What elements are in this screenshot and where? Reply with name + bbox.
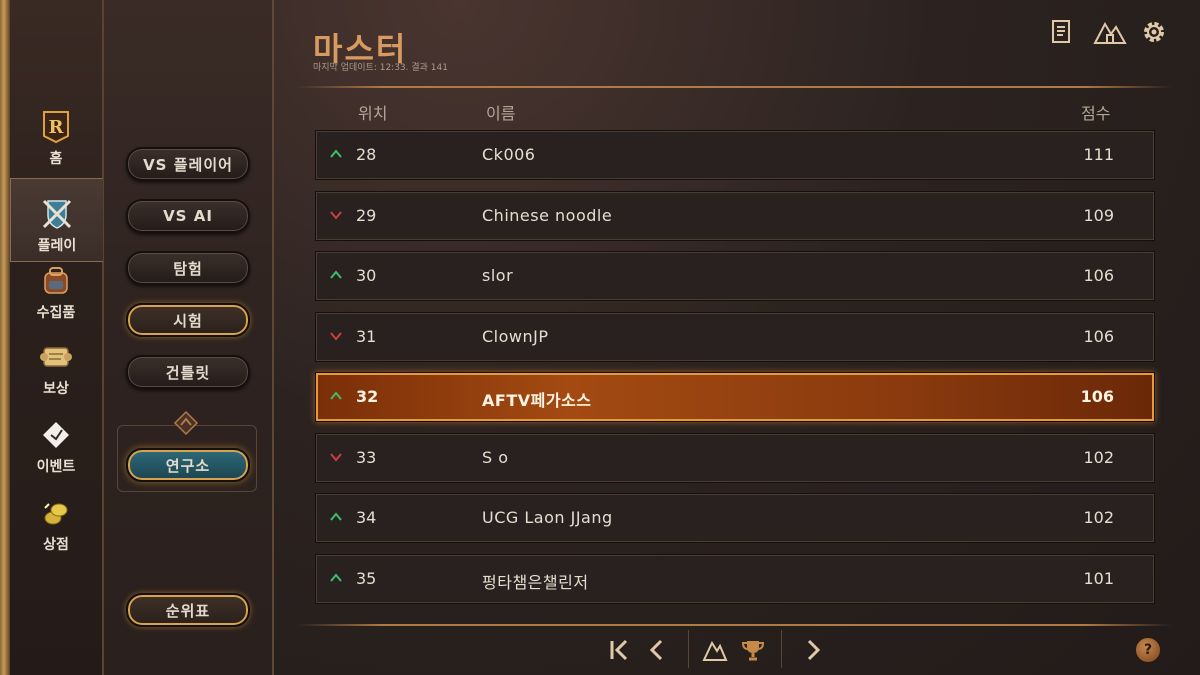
row-score: 106 [1083, 266, 1114, 285]
coins-icon [39, 496, 73, 530]
trend-down-icon [330, 332, 342, 341]
my-rank-button[interactable] [700, 634, 730, 666]
table-row[interactable]: 29 Chinese noodle 109 [315, 191, 1155, 241]
scroll-icon [39, 340, 73, 374]
scroll-list-icon[interactable] [1048, 18, 1076, 46]
row-rank: 29 [356, 206, 377, 225]
table-row-current-player[interactable]: 32 AFTV페가소스 106 [315, 372, 1155, 422]
row-rank: 31 [356, 327, 377, 346]
trend-up-icon [330, 512, 342, 521]
nav-item-store[interactable]: 상점 [12, 486, 100, 560]
table-row[interactable]: 33 S o 102 [315, 433, 1155, 483]
vs-ai-button[interactable]: VS AI [126, 199, 250, 233]
trophy-icon [741, 641, 765, 661]
pager-divider [781, 630, 782, 668]
header-divider [297, 86, 1172, 88]
next-page-button[interactable] [800, 634, 828, 666]
trend-down-icon [330, 211, 342, 220]
footer-divider [297, 624, 1172, 626]
lab-button[interactable]: 연구소 [126, 448, 250, 482]
rail-gold-trim [0, 0, 10, 675]
ladder-button[interactable]: 순위표 [126, 593, 250, 627]
diamond-event-icon [39, 418, 73, 452]
row-rank: 32 [356, 387, 379, 406]
row-rank: 34 [356, 508, 377, 527]
table-row[interactable]: 31 ClownJP 106 [315, 312, 1155, 362]
first-page-icon [610, 639, 628, 661]
row-score: 106 [1083, 327, 1114, 346]
nav-label-collection: 수집품 [36, 305, 76, 321]
nav-label-home: 홈 [49, 151, 63, 167]
row-rank: 33 [356, 448, 377, 467]
nav-item-events[interactable]: 이벤트 [12, 408, 100, 482]
nav-item-play[interactable]: 플레이 [10, 178, 103, 262]
logo-r-icon: R [39, 110, 73, 144]
expedition-button[interactable]: 탐험 [126, 251, 250, 285]
lab-emblem-icon [173, 410, 199, 436]
table-row[interactable]: 28 Ck006 111 [315, 130, 1155, 180]
nav-label-store: 상점 [43, 537, 69, 553]
row-score: 111 [1083, 145, 1114, 164]
nav-item-home[interactable]: R 홈 [12, 100, 100, 174]
trend-down-icon [330, 453, 342, 462]
row-rank: 35 [356, 569, 377, 588]
nav-item-collection[interactable]: 수집품 [12, 254, 100, 328]
row-name: slor [482, 266, 514, 285]
mountains-icon[interactable] [1093, 18, 1127, 46]
row-rank: 30 [356, 266, 377, 285]
nav-label-play: 플레이 [37, 238, 77, 254]
chevron-right-icon [807, 639, 821, 661]
row-name: 펑타챔은챌린저 [482, 573, 589, 592]
first-page-button[interactable] [604, 634, 634, 666]
mode-panel [104, 0, 272, 675]
column-header-name: 이름 [486, 104, 516, 123]
row-score: 101 [1083, 569, 1114, 588]
help-button[interactable]: ? [1135, 637, 1161, 663]
row-name: Chinese noodle [482, 206, 613, 225]
row-score: 102 [1083, 508, 1114, 527]
row-score: 109 [1083, 206, 1114, 225]
prev-page-button[interactable] [642, 634, 670, 666]
last-updated-text: 마지막 업데이트: 12:33. 결과 141 [313, 63, 448, 73]
row-name: AFTV페가소스 [482, 391, 592, 410]
gauntlet-button[interactable]: 건틀릿 [126, 355, 250, 389]
table-row[interactable]: 34 UCG Laon JJang 102 [315, 493, 1155, 543]
top-rank-button[interactable] [738, 634, 768, 666]
mountain-rank-icon [702, 640, 728, 661]
column-header-rank: 위치 [358, 104, 388, 123]
row-name: Ck006 [482, 145, 536, 164]
trend-up-icon [330, 391, 342, 400]
table-row[interactable]: 30 slor 106 [315, 251, 1155, 301]
svg-text:R: R [49, 117, 65, 138]
trial-button[interactable]: 시험 [126, 303, 250, 337]
nav-item-rewards[interactable]: 보상 [12, 330, 100, 404]
row-name: UCG Laon JJang [482, 508, 613, 527]
crossed-swords-shield-icon [40, 197, 74, 231]
backpack-icon [39, 264, 73, 298]
trend-up-icon [330, 270, 342, 279]
pager-divider [688, 630, 689, 668]
row-score: 106 [1080, 387, 1114, 406]
nav-label-rewards: 보상 [43, 381, 69, 397]
trend-up-icon [330, 573, 342, 582]
nav-label-events: 이벤트 [36, 459, 76, 475]
column-header-score: 점수 [1081, 104, 1111, 123]
row-name: ClownJP [482, 327, 549, 346]
chevron-left-icon [649, 639, 663, 661]
vs-player-button[interactable]: VS 플레이어 [126, 147, 250, 181]
trend-up-icon [330, 149, 342, 158]
row-score: 102 [1083, 448, 1114, 467]
table-row[interactable]: 35 펑타챔은챌린저 101 [315, 554, 1155, 604]
row-name: S o [482, 448, 509, 467]
row-rank: 28 [356, 145, 377, 164]
gear-icon[interactable] [1140, 18, 1168, 46]
